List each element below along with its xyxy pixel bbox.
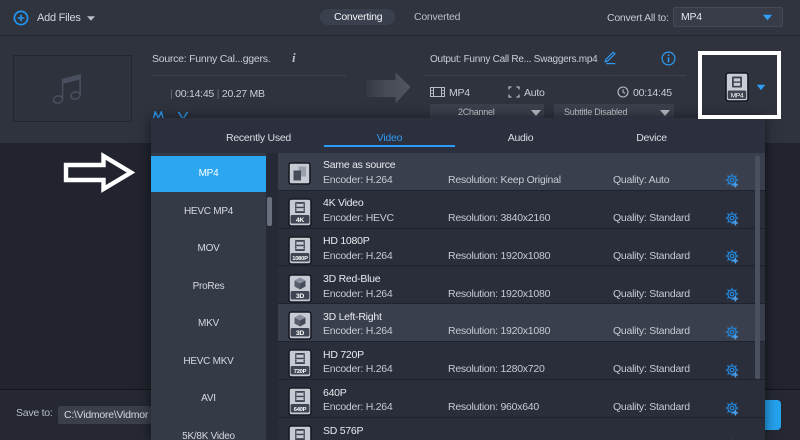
svg-text:3D: 3D: [295, 330, 304, 337]
svg-text:4K: 4K: [295, 216, 304, 223]
svg-text:3D: 3D: [295, 292, 304, 299]
svg-text:720P: 720P: [293, 369, 306, 375]
svg-text:640P: 640P: [293, 407, 306, 413]
svg-text:1080P: 1080P: [292, 255, 308, 261]
